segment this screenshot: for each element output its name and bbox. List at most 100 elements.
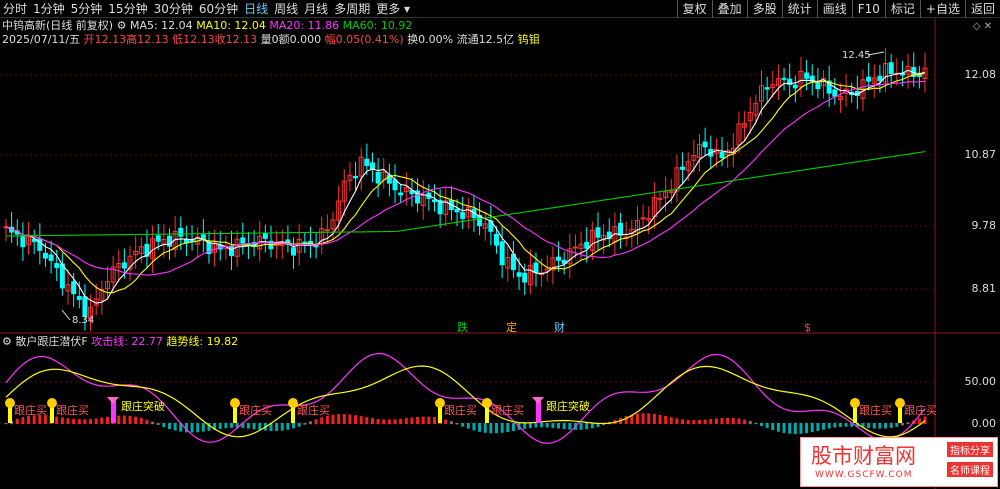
sub-histogram-bar [348, 414, 352, 424]
sub-histogram-bar [692, 420, 696, 425]
candle-body [584, 241, 590, 249]
sub-histogram-bar [664, 416, 668, 425]
sub-histogram-bar [495, 423, 499, 434]
sub-histogram-bar [387, 419, 391, 425]
ma10-line [5, 72, 926, 294]
event-chip-0: 跌 [457, 320, 468, 334]
sub-histogram-bar [545, 423, 549, 428]
sub-histogram-bar [540, 423, 544, 428]
sub-histogram-bar [83, 419, 87, 425]
candle-body [121, 262, 127, 269]
sub-histogram-bar [652, 413, 656, 424]
sub-histogram-bar [303, 423, 307, 425]
sub-histogram-bar [500, 423, 504, 433]
candle-body [454, 208, 460, 213]
buy-signal-label: 跟庄买 [297, 403, 330, 417]
candle-body [20, 235, 26, 248]
candle-body [618, 222, 624, 236]
sub-histogram-bar [590, 423, 594, 429]
watermark: 股市财富网 WWW.GSCFW.COM 指标分享 名师课程 [800, 437, 998, 487]
sub-histogram-bar [641, 413, 645, 424]
sub-histogram-bar [557, 423, 561, 429]
sub-histogram-bar [771, 423, 775, 430]
candle-body [877, 75, 883, 82]
sub-histogram-bar [376, 418, 380, 425]
sub-histogram-bar [168, 423, 172, 429]
sub-histogram-bar [55, 416, 59, 425]
candle-body [82, 296, 88, 318]
sub-histogram-bar [370, 418, 374, 425]
candle-body [781, 77, 787, 80]
sub-histogram-bar [427, 416, 431, 425]
sub-histogram-bar [145, 419, 149, 425]
sub-histogram-bar [827, 423, 831, 429]
sub-histogram-bar [816, 423, 820, 431]
high-price-label: 12.45 [842, 50, 871, 61]
sub-histogram-bar [342, 414, 346, 424]
sub-histogram-bar [900, 423, 904, 426]
sub-histogram-bar [759, 423, 763, 427]
sub-histogram-bar [117, 415, 121, 425]
candle-body [291, 247, 297, 256]
candle-body [804, 72, 810, 79]
sub-histogram-bar [365, 417, 369, 425]
sub-histogram-bar [15, 418, 19, 425]
sub-histogram-bar [635, 413, 639, 424]
sub-histogram-bar [923, 416, 927, 425]
sub-histogram-bar [754, 422, 758, 425]
sub-histogram-bar [720, 418, 724, 425]
sub-histogram-bar [134, 416, 138, 425]
sub-histogram-bar [308, 421, 312, 425]
sub-histogram-bar [810, 423, 814, 433]
candle-body [572, 246, 578, 249]
event-chip-1: 定 [506, 320, 517, 334]
sub-histogram-bar [917, 418, 921, 425]
candle-body [516, 272, 522, 277]
sub-histogram-bar [478, 423, 482, 432]
sub-histogram-bar [27, 415, 31, 425]
sub-histogram-bar [100, 417, 104, 425]
candle-body [364, 158, 370, 166]
sub-histogram-bar [895, 423, 899, 427]
sub-histogram-bar [776, 423, 780, 432]
sub-histogram-bar [354, 415, 358, 425]
sub-histogram-bar [60, 417, 64, 425]
candle-body [815, 83, 821, 90]
sub-histogram-bar [748, 421, 752, 425]
sub-histogram-bar [528, 423, 532, 429]
sub-histogram-bar [139, 417, 143, 425]
breakout-signal-bar [536, 400, 541, 423]
buy-signal-label: 跟庄买 [859, 403, 892, 417]
sub-histogram-bar [404, 418, 408, 425]
sub-histogram-bar [686, 419, 690, 425]
sub-histogram-bar [534, 423, 538, 428]
kline-chart[interactable]: 12.458.34跌定财 $跟庄买 跟庄买 跟庄买 跟庄买 跟庄买 跟庄买 跟庄买 跟庄买跟庄突… [0, 0, 1000, 489]
sub-histogram-bar [675, 418, 679, 425]
candle-body [764, 87, 770, 90]
sub-histogram-bar [461, 423, 465, 427]
sub-histogram-bar [286, 423, 290, 430]
sub-histogram-bar [878, 423, 882, 429]
sub-histogram-bar [337, 414, 341, 424]
sub-histogram-bar [224, 423, 228, 429]
sub-histogram-bar [122, 415, 126, 425]
sub-histogram-bar [320, 417, 324, 425]
sub-histogram-bar [325, 415, 329, 425]
sub-histogram-bar [190, 423, 194, 433]
sub-histogram-bar [297, 423, 301, 427]
candle-body [533, 262, 539, 273]
candle-body [702, 141, 708, 148]
sub-histogram-bar [4, 423, 8, 425]
candle-body [71, 281, 77, 295]
sub-histogram-bar [466, 423, 470, 429]
sub-histogram-bar [906, 422, 910, 425]
ma5-line [5, 69, 926, 304]
sub-histogram-bar [765, 423, 769, 429]
sub-histogram-bar [681, 419, 685, 425]
sub-histogram-bar [844, 423, 848, 427]
sub-histogram-bar [585, 423, 589, 430]
watermark-title: 股市财富网 [811, 444, 916, 468]
sub-histogram-bar [838, 423, 842, 427]
candle-body [155, 235, 161, 242]
buy-signal-label: 跟庄买 [14, 403, 47, 417]
